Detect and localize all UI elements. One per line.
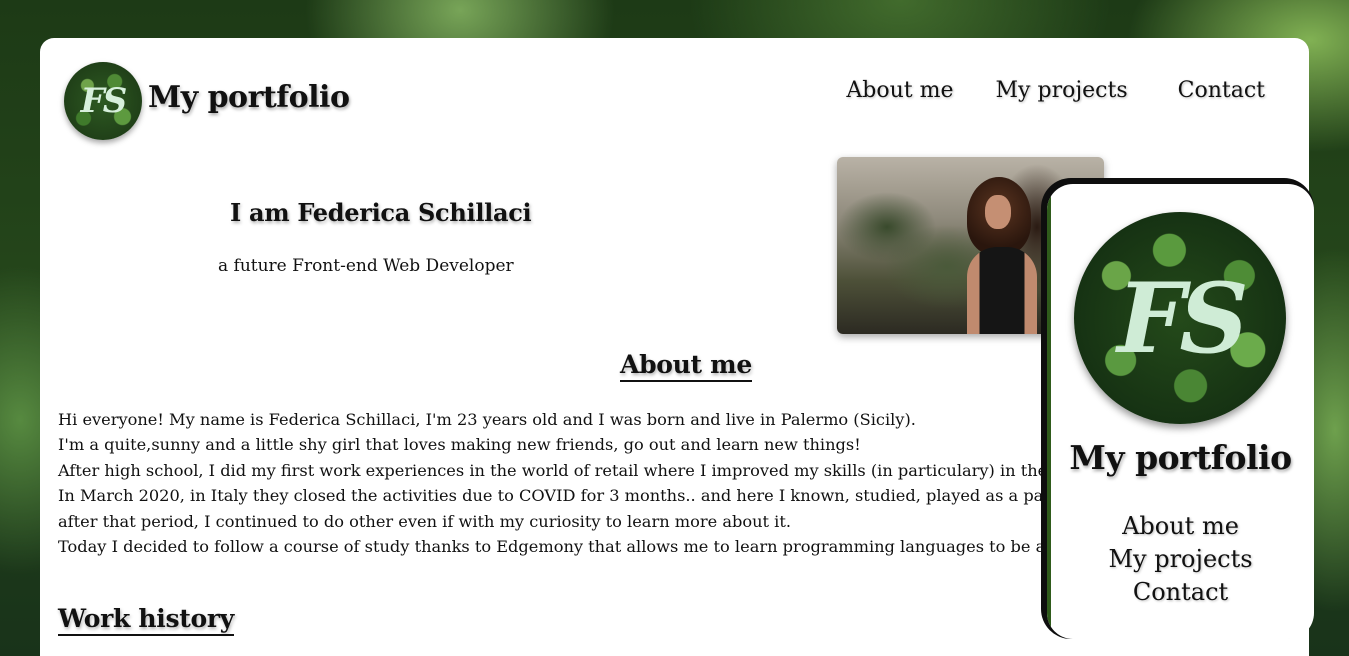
mobile-site-title: My portfolio: [1069, 438, 1292, 477]
mobile-preview: FS My portfolio About me My projects Con…: [1041, 178, 1314, 639]
hero-subtitle: a future Front-end Web Developer: [218, 256, 514, 276]
site-header: FS My portfolio About me My projects Con…: [40, 38, 1309, 158]
main-nav: About me My projects Contact: [846, 78, 1265, 103]
nav-link-projects[interactable]: My projects: [996, 78, 1128, 103]
about-section-title: About me: [620, 350, 752, 382]
hero-name: I am Federica Schillaci: [230, 198, 532, 227]
site-title: My portfolio: [148, 80, 350, 115]
mobile-logo-avatar[interactable]: FS: [1074, 212, 1286, 424]
mobile-nav-link-contact[interactable]: Contact: [1047, 576, 1314, 609]
work-history-title: Work history: [58, 604, 234, 636]
mobile-nav-link-about[interactable]: About me: [1047, 510, 1314, 543]
profile-photo-figure: [959, 177, 1049, 334]
mobile-logo-monogram: FS: [1117, 261, 1249, 375]
mobile-preview-screen: FS My portfolio About me My projects Con…: [1047, 184, 1314, 639]
logo-avatar[interactable]: FS: [64, 62, 142, 140]
mobile-nav-link-projects[interactable]: My projects: [1047, 543, 1314, 576]
nav-link-about[interactable]: About me: [846, 78, 953, 103]
nav-link-contact[interactable]: Contact: [1178, 78, 1265, 103]
mobile-nav: About me My projects Contact: [1047, 510, 1314, 609]
logo-monogram: FS: [80, 81, 128, 121]
